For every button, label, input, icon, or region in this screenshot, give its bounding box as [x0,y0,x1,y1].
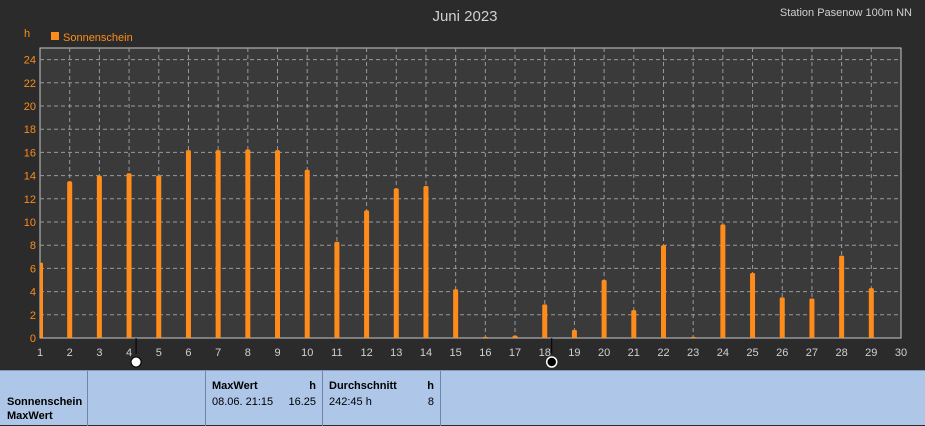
y-tick-label: 6 [30,263,36,275]
bar[interactable] [40,262,43,338]
bar[interactable] [393,188,399,338]
x-tick-label: 26 [776,347,788,359]
sunshine-bar-chart: 024681012141618202224 1 2 3 4 5 6 7 8 9 10 11 12 13 1… [0,0,925,370]
avg-value: 8 [427,396,434,408]
x-tick-label: 23 [687,347,699,359]
max-value: 16.25 [288,396,316,408]
full-moon-icon [130,356,142,368]
plot-area [39,47,902,339]
x-tick-label: 8 [245,347,251,359]
row-label-sonnenschein: Sonnenschein [7,396,83,408]
row-label-maxwert: MaxWert [7,410,53,422]
row-labels: Sonnenschein MaxWert [0,371,88,426]
bar[interactable] [67,181,73,338]
bar[interactable] [750,273,756,338]
bar[interactable] [809,298,815,338]
legend-label[interactable]: Sonnenschein [63,32,133,44]
x-tick-label: 19 [568,347,580,359]
bar[interactable] [156,175,162,338]
x-tick-label: 15 [450,347,462,359]
avg-cell: Durchschnitt h 242:45 h 8 [323,371,441,426]
y-tick-label: 20 [24,101,36,113]
x-tick-label: 14 [420,347,432,359]
bar[interactable] [96,175,102,338]
x-tick-label: 12 [360,347,372,359]
x-tick-label: 30 [895,347,907,359]
bar[interactable] [126,173,132,338]
bar[interactable] [631,310,637,338]
bar[interactable] [601,280,607,338]
avg-unit: h [427,380,434,392]
bar[interactable] [423,186,429,338]
max-cell: MaxWert h 08.06. 21:15 16.25 [206,371,323,426]
bar[interactable] [660,245,666,338]
avg-header: Durchschnitt [329,380,397,392]
x-tick-label: 5 [156,347,162,359]
x-tick-label: 11 [331,347,342,359]
chart-area: 0 2 4 6 8 10 12 14 16 18 20 22 24 1 2 3 4 5 6 7 8 9 10 11 12 13 1… [0,0,925,370]
bar[interactable] [364,210,370,338]
legend-swatch [51,32,59,40]
bar[interactable] [542,304,548,338]
x-tick-label: 20 [598,347,610,359]
x-tick-label: 4 [126,347,132,359]
station-label: Station Pasenow 100m NN [780,7,912,19]
x-tick-label: 1 [37,347,43,359]
bar[interactable] [334,241,340,338]
bar[interactable] [215,150,221,338]
bar[interactable] [512,335,518,338]
x-tick-label: 13 [390,347,402,359]
x-tick-label: 3 [96,347,102,359]
x-tick-label: 21 [628,347,640,359]
y-tick-label: 18 [24,124,36,136]
x-tick-label: 10 [301,347,313,359]
bar[interactable] [275,150,281,338]
bar[interactable] [690,336,696,338]
chart-title: Juni 2023 [432,8,497,25]
y-tick-label: 14 [24,171,36,183]
max-unit: h [309,380,316,392]
x-tick-label: 7 [215,347,221,359]
x-tick-label: 28 [835,347,847,359]
new-moon-icon [545,356,558,368]
bar[interactable] [571,329,577,338]
y-tick-label: 22 [24,78,36,90]
y-tick-label: 12 [24,194,36,206]
y-axis-unit: h [24,28,30,40]
x-tick-label: 27 [806,347,818,359]
bar[interactable] [245,149,251,339]
y-tick-label: 24 [24,55,36,67]
info-panel: Sonnenschein MaxWert MaxWert h 08.06. 21… [0,370,925,426]
x-tick-label: 25 [746,347,758,359]
blank-cell [88,371,206,426]
x-tick-label: 9 [274,347,280,359]
max-date: 08.06. 21:15 [212,396,274,408]
y-tick-label: 0 [30,333,36,345]
bar[interactable] [839,255,845,338]
y-tick-label: 2 [30,310,36,322]
bar[interactable] [304,169,310,338]
bar[interactable] [482,336,488,338]
bar[interactable] [779,297,785,338]
bar[interactable] [720,224,726,338]
y-tick-label: 4 [30,287,36,299]
y-tick-label: 8 [30,240,36,252]
avg-total: 242:45 h [329,396,372,408]
bar[interactable] [453,289,459,338]
x-tick-label: 24 [717,347,729,359]
x-tick-label: 6 [185,347,191,359]
bar[interactable] [868,288,874,338]
x-tick-label: 17 [509,347,521,359]
x-tick-label: 2 [67,347,73,359]
y-tick-label: 16 [24,147,36,159]
x-tick-label: 16 [479,347,491,359]
max-header: MaxWert [212,380,258,392]
y-tick-label: 10 [24,217,36,229]
x-tick-label: 22 [657,347,669,359]
bar[interactable] [185,150,191,338]
x-tick-label: 29 [865,347,877,359]
